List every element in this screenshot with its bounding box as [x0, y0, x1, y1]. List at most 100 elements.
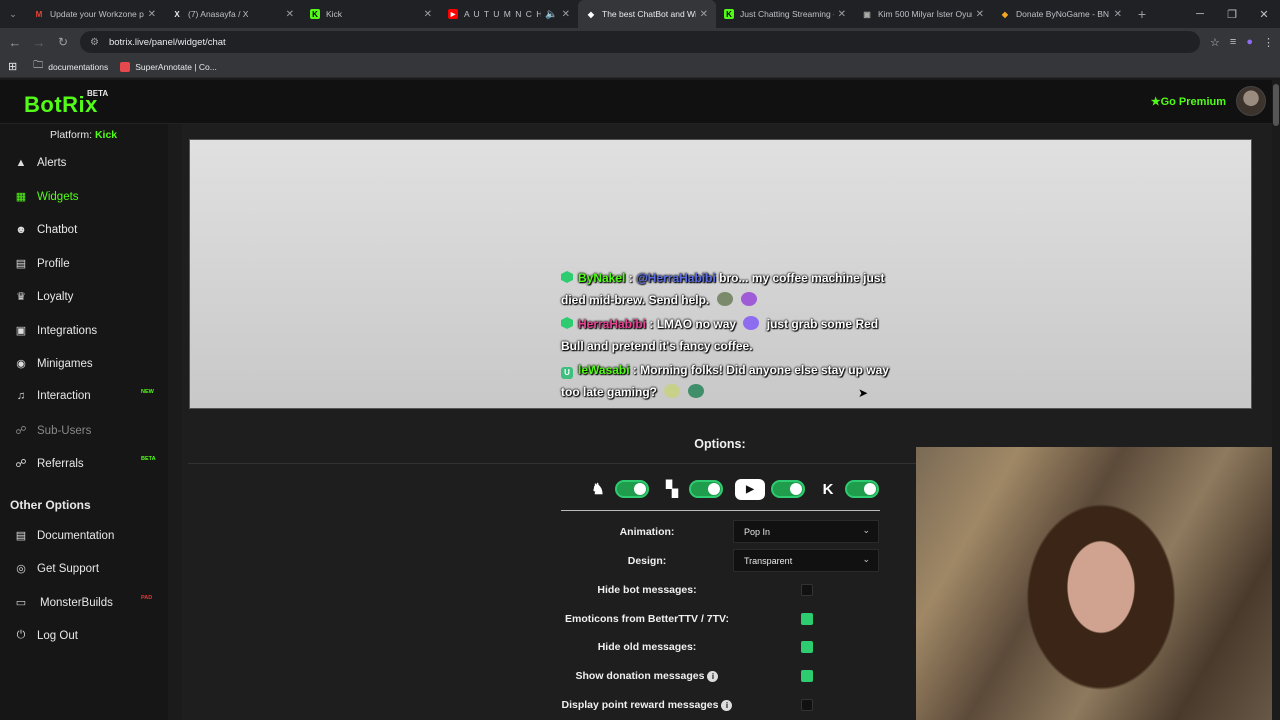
- browser-tab[interactable]: ▣ Kim 500 Milyar İster Oyun ✕: [854, 0, 992, 28]
- menu-icon[interactable]: ⋮: [1263, 36, 1274, 49]
- avatar[interactable]: [1236, 86, 1266, 116]
- close-icon[interactable]: ✕: [286, 9, 294, 20]
- sidebar-item-loyalty[interactable]: ♛ Loyalty: [14, 290, 164, 304]
- new-badge: NEW: [141, 389, 154, 395]
- app-header: BotRix BETA ★Go Premium: [0, 80, 1280, 124]
- browser-tab[interactable]: ▶ A U T U M N C H 🔈 ✕: [440, 0, 578, 28]
- profile-icon[interactable]: ●: [1246, 36, 1253, 48]
- browser-tab[interactable]: ◆ Donate ByNoGame - BN ✕: [992, 0, 1130, 28]
- browser-actions: ☆ ≡ ● ⋮: [1210, 28, 1274, 56]
- tab-search-icon[interactable]: ⌄: [0, 9, 26, 20]
- sidebar-item-log-out[interactable]: ⏻ Log Out: [14, 629, 164, 642]
- kick-icon: K: [310, 9, 320, 19]
- sidebar-item-widgets[interactable]: ▦ Widgets: [14, 190, 164, 204]
- apps-icon[interactable]: ⊞: [8, 60, 17, 73]
- go-premium-button[interactable]: ★Go Premium: [1151, 95, 1226, 108]
- scrollbar-thumb[interactable]: [1273, 84, 1279, 126]
- reload-icon[interactable]: ↻: [51, 35, 75, 49]
- pad-badge: PAD: [141, 595, 153, 601]
- media-icon[interactable]: ≡: [1230, 36, 1236, 48]
- speaker-icon[interactable]: 🔈: [545, 9, 557, 20]
- other-options-heading: Other Options: [10, 498, 91, 512]
- hide-old-messages-checkbox[interactable]: [801, 641, 813, 653]
- warning-icon: ▲: [15, 157, 27, 169]
- bookmark-superannotate[interactable]: SuperAnnotate | Co...: [120, 61, 217, 72]
- users-icon: ☍: [15, 458, 27, 470]
- grid-icon: ▦: [15, 191, 27, 203]
- display-point-reward-checkbox[interactable]: [801, 699, 813, 711]
- sidebar-item-profile[interactable]: ▤ Profile: [14, 257, 164, 271]
- sidebar-item-alerts[interactable]: ▲ Alerts: [14, 157, 164, 169]
- bookmarks-bar: ⊞ 🗀 documentations SuperAnnotate | Co...: [0, 56, 1280, 78]
- superannotate-icon: [120, 61, 131, 72]
- kick-dragon-icon: ♞: [591, 481, 605, 498]
- users-icon: ☍: [15, 425, 27, 437]
- minimize-icon[interactable]: ─: [1184, 8, 1216, 20]
- sidebar-item-integrations[interactable]: ▣ Integrations: [14, 324, 164, 338]
- divider: [561, 510, 880, 511]
- close-icon[interactable]: ✕: [562, 9, 570, 20]
- maximize-icon[interactable]: ❐: [1216, 8, 1248, 21]
- youtube-icon: ▶: [448, 9, 458, 19]
- logout-icon: ⏻: [16, 629, 26, 641]
- plug-icon: ▣: [15, 325, 27, 337]
- address-bar: ← → ↻ ⚙ botrix.live/panel/widget/chat ☆ …: [0, 28, 1280, 56]
- id-card-icon: ▤: [15, 258, 27, 270]
- emote-icon: [740, 291, 757, 306]
- x-icon: X: [174, 9, 180, 19]
- gmail-icon: M: [35, 9, 43, 19]
- sidebar-item-chatbot[interactable]: ☻ Chatbot: [14, 224, 164, 236]
- chat-username: HerraHabibi: [578, 317, 647, 331]
- emote-icon: [716, 291, 733, 306]
- twitch-toggle[interactable]: [689, 480, 723, 498]
- new-tab-icon[interactable]: +: [1130, 6, 1154, 22]
- back-icon[interactable]: ←: [3, 35, 27, 50]
- forward-icon[interactable]: →: [27, 35, 51, 50]
- star-icon: ★: [1150, 96, 1161, 108]
- kick-icon: K: [724, 9, 734, 19]
- kick-alt-toggle[interactable]: [615, 480, 649, 498]
- url-input[interactable]: ⚙ botrix.live/panel/widget/chat: [80, 31, 1200, 53]
- display-point-reward-label: Display point reward messages i: [557, 699, 737, 711]
- show-donation-messages-checkbox[interactable]: [801, 670, 813, 682]
- close-icon[interactable]: ✕: [1114, 9, 1122, 20]
- kick-toggle[interactable]: [845, 480, 879, 498]
- emoticons-checkbox[interactable]: [801, 613, 813, 625]
- platform-indicator: Platform: Kick: [50, 129, 118, 141]
- emote-icon: [743, 316, 760, 330]
- kick-icon: K: [822, 480, 834, 498]
- robot-icon: ☻: [15, 224, 27, 236]
- star-icon[interactable]: ☆: [1210, 36, 1220, 49]
- browser-tab[interactable]: K Just Chatting Streaming - ✕: [716, 0, 854, 28]
- close-icon[interactable]: ✕: [838, 9, 846, 20]
- browser-tab[interactable]: K Kick ✕: [302, 0, 440, 28]
- animation-select[interactable]: Pop In ⌄: [733, 520, 879, 543]
- hide-bot-messages-checkbox[interactable]: [801, 584, 813, 596]
- close-window-icon[interactable]: ✕: [1248, 8, 1280, 21]
- bookmark-documentations[interactable]: 🗀 documentations: [33, 58, 108, 75]
- info-icon[interactable]: i: [721, 700, 733, 711]
- browser-tab[interactable]: X (7) Anasayfa / X ✕: [164, 0, 302, 28]
- emote-icon: [664, 383, 681, 398]
- sidebar-item-get-support[interactable]: ◎ Get Support: [14, 562, 164, 576]
- sidebar-item-sub-users[interactable]: ☍ Sub-Users: [14, 424, 164, 438]
- site-info-icon[interactable]: ⚙: [90, 37, 99, 48]
- close-icon[interactable]: ✕: [424, 9, 432, 20]
- scrollbar[interactable]: [1272, 80, 1280, 720]
- close-icon[interactable]: ✕: [700, 9, 708, 20]
- browser-tab[interactable]: M Update your Workzone pa ✕: [26, 0, 164, 28]
- info-icon[interactable]: i: [707, 671, 719, 682]
- sidebar-item-documentation[interactable]: ▤ Documentation: [14, 529, 164, 543]
- browser-tab-active[interactable]: ◆ The best ChatBot and Wi ✕: [578, 0, 716, 28]
- sidebar-item-minigames[interactable]: ◉ Minigames: [14, 357, 164, 371]
- close-icon[interactable]: ✕: [148, 9, 156, 20]
- window-controls: ─ ❐ ✕: [1184, 0, 1280, 28]
- chat-username: leWasabi: [578, 363, 630, 377]
- gamepad-icon: ◉: [16, 358, 26, 370]
- hide-old-messages-label: Hide old messages:: [597, 641, 697, 653]
- show-donation-messages-label: Show donation messages i: [557, 670, 737, 682]
- design-select[interactable]: Transparent ⌄: [733, 549, 879, 572]
- youtube-toggle[interactable]: [771, 480, 805, 498]
- chat-username: ByNakel: [578, 271, 626, 285]
- close-icon[interactable]: ✕: [976, 9, 984, 20]
